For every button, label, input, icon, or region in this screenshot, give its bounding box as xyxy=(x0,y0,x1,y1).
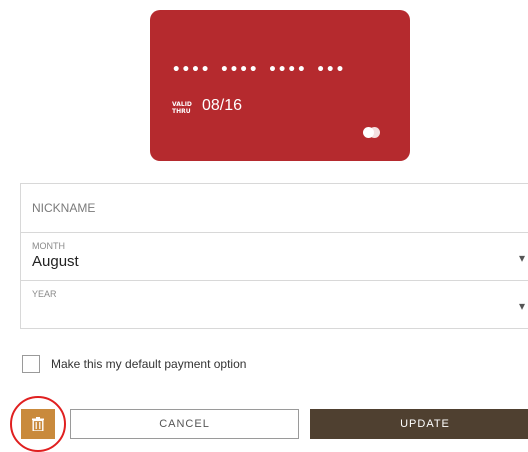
valid-thru-label: VALID THRU xyxy=(172,101,192,115)
highlight-circle xyxy=(10,396,66,452)
chevron-down-icon: ▾ xyxy=(518,299,525,313)
mastercard-logo-icon xyxy=(361,125,387,139)
year-label: YEAR xyxy=(32,289,57,299)
month-select[interactable]: MONTH August ▾ xyxy=(20,232,528,281)
card-expiry: 08/16 xyxy=(202,97,243,114)
month-label: MONTH xyxy=(32,241,65,251)
nickname-field[interactable]: NICKNAME xyxy=(20,183,528,233)
card-number: •••• •••• •••• ••• xyxy=(172,62,346,78)
credit-card-preview: •••• •••• •••• ••• VALID THRU 08/16 xyxy=(150,10,410,161)
default-payment-label[interactable]: Make this my default payment option xyxy=(51,357,246,371)
nickname-placeholder: NICKNAME xyxy=(32,201,96,215)
month-value: August xyxy=(32,253,79,270)
year-select[interactable]: YEAR ▾ xyxy=(20,280,528,329)
chevron-down-icon: ▾ xyxy=(518,251,525,265)
default-payment-checkbox[interactable] xyxy=(22,355,40,373)
